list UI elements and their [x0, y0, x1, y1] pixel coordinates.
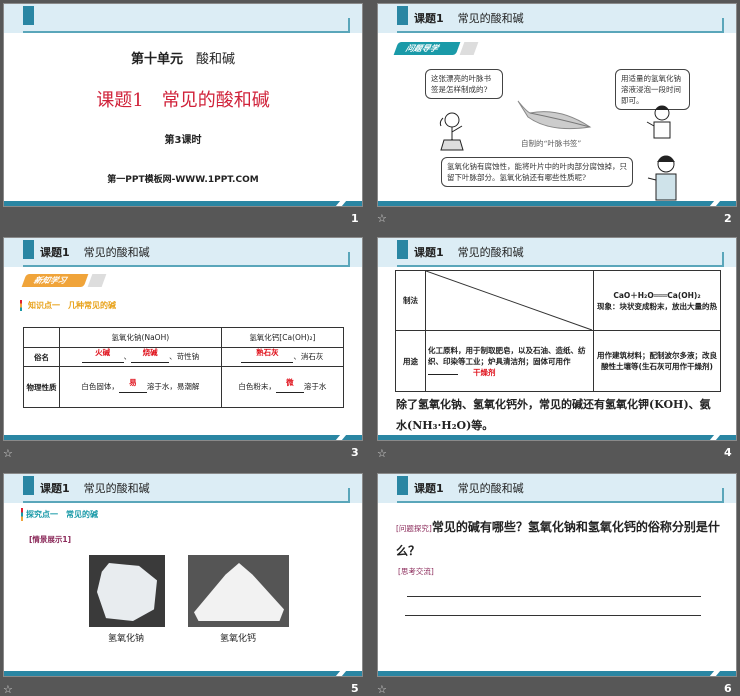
- speech-bubble: 这张漂亮的叶脉书签是怎样制成的?: [425, 69, 503, 99]
- slide-number: 5: [351, 682, 359, 695]
- section-tag: 问题导学: [393, 42, 461, 55]
- question-text: [问题探究]常见的碱有哪些？氢氧化钠和氢氧化钙的俗称分别是什么？: [396, 520, 720, 558]
- slide-thumbnail-5[interactable]: 课题1 常见的酸和碱 探究点一 常见的碱 [情景展示1] 氢氧化钠 氢氧化钙: [3, 473, 363, 677]
- inquiry-point: 探究点一 常见的碱: [26, 510, 98, 519]
- unit-title: 第十单元 酸和碱: [130, 52, 236, 67]
- leaf-illustration: [517, 100, 592, 130]
- diagonal-line: [426, 271, 593, 331]
- slide-header: 课题1 常见的酸和碱: [414, 12, 524, 25]
- slide-header: 课题1 常见的酸和碱: [40, 246, 150, 259]
- slide-thumbnail-2[interactable]: 课题1 常见的酸和碱 问题导学 这张漂亮的叶脉书签是怎样制成的? 用适量的氢氧化钠…: [377, 3, 737, 207]
- leaf-caption: 自制的“叶脉书签”: [521, 139, 582, 148]
- discussion-label: [思考交流]: [398, 567, 434, 576]
- speech-bubble: 氢氧化钠有腐蚀性，能将叶片中的叶肉部分腐蚀掉，只留下叶脉部分。氢氧化钠还有哪些性…: [441, 157, 633, 187]
- base-table: 制法 CaO＋H₂O═══Ca(OH)₂ 现象：块状变成粉末，放出大量的热 用途 …: [395, 270, 721, 392]
- caoh-caption: 氢氧化钙: [220, 634, 257, 644]
- naoh-photo: [89, 555, 165, 627]
- slide-thumbnail-3[interactable]: 课题1 常见的酸和碱 新知学习 知识点一 几种常见的碱 氢氧化钠(NaOH) 氢氧化…: [3, 237, 363, 441]
- slide-thumbnail-1[interactable]: 第十单元 酸和碱 课题1 常见的酸和碱 第3课时 第一PPT模板网-WWW.1P…: [3, 3, 363, 207]
- knowledge-point: 知识点一 几种常见的碱: [28, 301, 116, 310]
- slide-number: 3: [351, 446, 359, 459]
- site-label: 第一PPT模板网-WWW.1PPT.COM: [107, 175, 259, 185]
- header-band: [4, 4, 362, 33]
- slide-number: 6: [724, 682, 732, 695]
- slide-header: 课题1 常见的酸和碱: [414, 482, 524, 495]
- slide-number: 2: [724, 212, 732, 225]
- answer-line: [405, 615, 701, 616]
- slide-thumbnail-4[interactable]: 课题1 常见的酸和碱 制法 CaO＋H₂O═══Ca(OH)₂ 现象：块状变成粉末，…: [377, 237, 737, 441]
- caoh-photo: [188, 555, 289, 627]
- answer-line: [407, 596, 701, 597]
- animation-star-icon[interactable]: ☆: [377, 447, 387, 460]
- naoh-caption: 氢氧化钠: [108, 634, 145, 644]
- slide-number: 4: [724, 446, 732, 459]
- base-table: 氢氧化钠(NaOH) 氢氧化钙[Ca(OH)₂] 俗名 火碱 、烧碱 、苛性钠 熟…: [23, 327, 345, 408]
- scene-label: [情景展示1]: [29, 535, 72, 544]
- teacher-illustration: [647, 155, 677, 201]
- period: 第3课时: [164, 135, 202, 146]
- girl-illustration: [439, 112, 464, 151]
- animation-star-icon[interactable]: ☆: [377, 212, 387, 225]
- slide-header: 课题1 常见的酸和碱: [414, 246, 524, 259]
- slide-thumbnail-6[interactable]: 课题1 常见的酸和碱 [问题探究]常见的碱有哪些？氢氧化钠和氢氧化钙的俗称分别是什…: [377, 473, 737, 677]
- section-tag: 新知学习: [21, 274, 89, 287]
- lesson-title: 课题1 常见的酸和碱: [96, 90, 270, 111]
- note-text: 除了氢氧化钠、氢氧化钙外，常见的碱还有氢氧化钾(KOH)、氨水(NH₃·H₂O)…: [396, 398, 711, 432]
- animation-star-icon[interactable]: ☆: [377, 683, 387, 696]
- boy-illustration: [646, 105, 671, 139]
- animation-star-icon[interactable]: ☆: [3, 447, 13, 460]
- slide-header: 课题1 常见的酸和碱: [40, 482, 150, 495]
- slide-number: 1: [351, 212, 359, 225]
- animation-star-icon[interactable]: ☆: [3, 683, 13, 696]
